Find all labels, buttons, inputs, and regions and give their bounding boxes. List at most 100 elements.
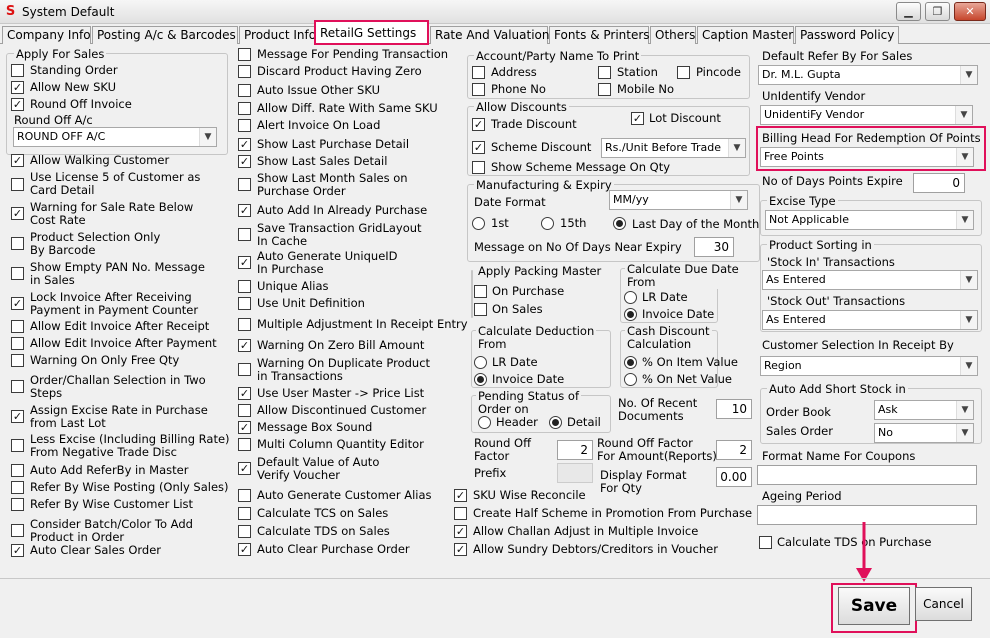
tab-caption-master[interactable]: Caption Master [697, 26, 794, 44]
order-challan-two-steps-checkbox[interactable] [11, 380, 24, 393]
station-checkbox[interactable] [598, 66, 611, 79]
auto-clear-purchase-order-checkbox[interactable]: ✓ [238, 543, 251, 556]
address-checkbox[interactable] [472, 66, 485, 79]
minimize-button[interactable]: ▁ [896, 2, 921, 21]
alert-invoice-load-checkbox[interactable] [238, 119, 251, 132]
day-15th-radio[interactable] [541, 217, 554, 230]
unidentify-vendor-select[interactable]: UnidentiFy Vendor ▼ [760, 105, 973, 125]
tab-password-policy[interactable]: Password Policy [795, 26, 899, 44]
no-recent-docs-input[interactable]: 10 [716, 399, 752, 419]
tab-fonts-printers[interactable]: Fonts & Printers [549, 26, 650, 44]
calc-tds-purchase-checkbox[interactable] [759, 536, 772, 549]
calc-tcs-sales-checkbox[interactable] [238, 507, 251, 520]
warning-zero-bill-checkbox[interactable]: ✓ [238, 339, 251, 352]
auto-add-referby-checkbox[interactable] [11, 464, 24, 477]
refer-by-wise-customer-checkbox[interactable] [11, 498, 24, 511]
tab-others[interactable]: Others [650, 26, 696, 44]
create-half-scheme-checkbox[interactable] [454, 507, 467, 520]
on-item-value-radio[interactable] [624, 356, 637, 369]
header-radio[interactable] [478, 416, 491, 429]
show-scheme-msg-checkbox[interactable] [472, 161, 485, 174]
warning-duplicate-checkbox[interactable] [238, 363, 251, 376]
trade-discount-checkbox[interactable]: ✓ [472, 118, 485, 131]
stock-in-select[interactable]: As Entered ▼ [762, 270, 978, 290]
days-points-expire-input[interactable]: 0 [913, 173, 965, 193]
phone-no-checkbox[interactable] [472, 83, 485, 96]
tab-company-info[interactable]: Company Info [2, 26, 91, 44]
msg-pending-txn-checkbox[interactable] [238, 48, 251, 61]
allow-new-sku-checkbox[interactable]: ✓ [11, 81, 24, 94]
default-refer-by-select[interactable]: Dr. M.L. Gupta ▼ [758, 65, 978, 85]
product-selection-barcode-checkbox[interactable] [11, 237, 24, 250]
auto-issue-sku-checkbox[interactable] [238, 84, 251, 97]
day-1st-radio[interactable] [472, 217, 485, 230]
calc-tds-sales-checkbox[interactable] [238, 525, 251, 538]
tab-retailg-settings[interactable]: RetailG Settings [314, 20, 429, 45]
on-net-value-radio[interactable] [624, 373, 637, 386]
standing-order-checkbox[interactable] [11, 64, 24, 77]
mobile-no-checkbox[interactable] [598, 83, 611, 96]
order-book-select[interactable]: Ask ▼ [874, 400, 974, 420]
assign-excise-rate-checkbox[interactable]: ✓ [11, 410, 24, 423]
on-purchase-checkbox[interactable] [474, 285, 487, 298]
scheme-discount-select[interactable]: Rs./Unit Before Trade ▼ [601, 138, 746, 158]
round-off-ac-select[interactable]: ROUND OFF A/C ▼ [13, 127, 217, 147]
allow-walking-customer-checkbox[interactable]: ✓ [11, 154, 24, 167]
tab-product-info[interactable]: Product Info [239, 26, 316, 44]
deduction-lr-date-radio[interactable] [474, 356, 487, 369]
on-sales-checkbox[interactable] [474, 303, 487, 316]
less-excise-checkbox[interactable] [11, 439, 24, 452]
due-invoice-date-radio[interactable] [624, 308, 637, 321]
tab-posting-barcodes[interactable]: Posting A/c & Barcodes [92, 26, 238, 44]
multiple-adjustment-checkbox[interactable] [238, 318, 251, 331]
due-lr-date-radio[interactable] [624, 291, 637, 304]
stock-out-select[interactable]: As Entered ▼ [762, 310, 978, 330]
round-off-factor-input[interactable]: 2 [557, 440, 593, 460]
auto-generate-uid-checkbox[interactable]: ✓ [238, 256, 251, 269]
tab-rate-valuation[interactable]: Rate And Valuation [430, 26, 550, 44]
cancel-button[interactable]: Cancel [915, 587, 972, 621]
allow-sundry-checkbox[interactable]: ✓ [454, 543, 467, 556]
restore-button[interactable]: ❐ [925, 2, 950, 21]
billing-head-select[interactable]: Free Points ▼ [760, 147, 974, 167]
warning-free-qty-checkbox[interactable] [11, 354, 24, 367]
auto-gen-customer-alias-checkbox[interactable] [238, 489, 251, 502]
near-expiry-days-input[interactable]: 30 [694, 237, 734, 257]
pincode-checkbox[interactable] [677, 66, 690, 79]
use-user-master-checkbox[interactable]: ✓ [238, 387, 251, 400]
date-format-select[interactable]: MM/yy ▼ [609, 190, 748, 210]
save-grid-layout-checkbox[interactable] [238, 228, 251, 241]
refer-by-wise-posting-checkbox[interactable] [11, 481, 24, 494]
lock-invoice-checkbox[interactable]: ✓ [11, 297, 24, 310]
use-unit-definition-checkbox[interactable] [238, 297, 251, 310]
format-coupons-input[interactable] [757, 465, 977, 485]
unique-alias-checkbox[interactable] [238, 280, 251, 293]
scheme-discount-checkbox[interactable]: ✓ [472, 141, 485, 154]
round-off-invoice-checkbox[interactable]: ✓ [11, 98, 24, 111]
sku-wise-reconcile-checkbox[interactable]: ✓ [454, 489, 467, 502]
save-button[interactable]: Save [838, 587, 910, 625]
message-box-sound-checkbox[interactable]: ✓ [238, 421, 251, 434]
show-last-month-sales-checkbox[interactable] [238, 178, 251, 191]
customer-selection-select[interactable]: Region ▼ [760, 356, 978, 376]
show-last-sales-checkbox[interactable]: ✓ [238, 155, 251, 168]
show-empty-pan-checkbox[interactable] [11, 267, 24, 280]
multi-column-qty-checkbox[interactable] [238, 438, 251, 451]
detail-radio[interactable] [549, 416, 562, 429]
sales-order-select[interactable]: No ▼ [874, 423, 974, 443]
round-off-amount-input[interactable]: 2 [716, 440, 752, 460]
lot-discount-checkbox[interactable]: ✓ [631, 112, 644, 125]
warning-sale-rate-checkbox[interactable]: ✓ [11, 207, 24, 220]
close-button[interactable]: ✕ [954, 2, 986, 21]
consider-batch-color-checkbox[interactable] [11, 524, 24, 537]
excise-type-select[interactable]: Not Applicable ▼ [765, 210, 974, 230]
allow-edit-payment-checkbox[interactable] [11, 337, 24, 350]
show-last-purchase-checkbox[interactable]: ✓ [238, 138, 251, 151]
auto-clear-sales-order-checkbox[interactable]: ✓ [11, 544, 24, 557]
allow-edit-receipt-checkbox[interactable] [11, 320, 24, 333]
allow-discontinued-checkbox[interactable] [238, 404, 251, 417]
allow-diff-rate-checkbox[interactable] [238, 102, 251, 115]
discard-product-zero-checkbox[interactable] [238, 65, 251, 78]
default-auto-verify-checkbox[interactable]: ✓ [238, 462, 251, 475]
allow-challan-adjust-checkbox[interactable]: ✓ [454, 525, 467, 538]
